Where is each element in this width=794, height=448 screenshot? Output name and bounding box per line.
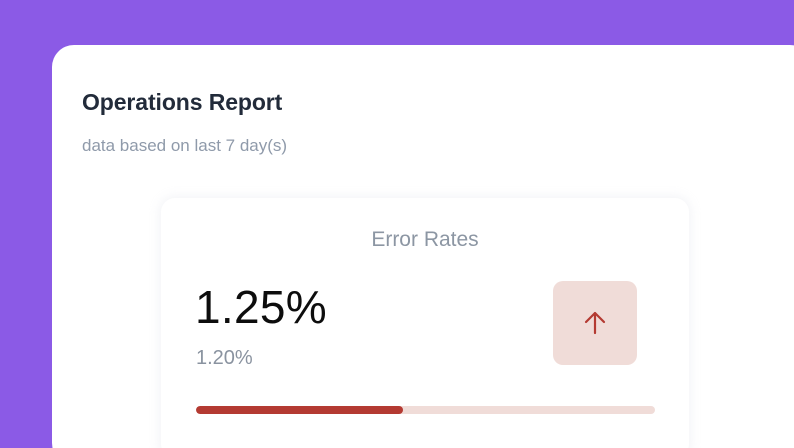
metric-value: 1.25%: [195, 281, 327, 333]
metric-previous-value: 1.20%: [196, 347, 253, 369]
report-subtitle: data based on last 7 day(s): [82, 136, 288, 155]
trend-indicator: [553, 281, 637, 365]
progress-bar: [196, 406, 655, 414]
metric-card-title: Error Rates: [371, 228, 479, 251]
page-title: Operations Report: [82, 89, 283, 115]
progress-bar-fill: [196, 406, 403, 414]
arrow-up-icon: [584, 311, 606, 335]
